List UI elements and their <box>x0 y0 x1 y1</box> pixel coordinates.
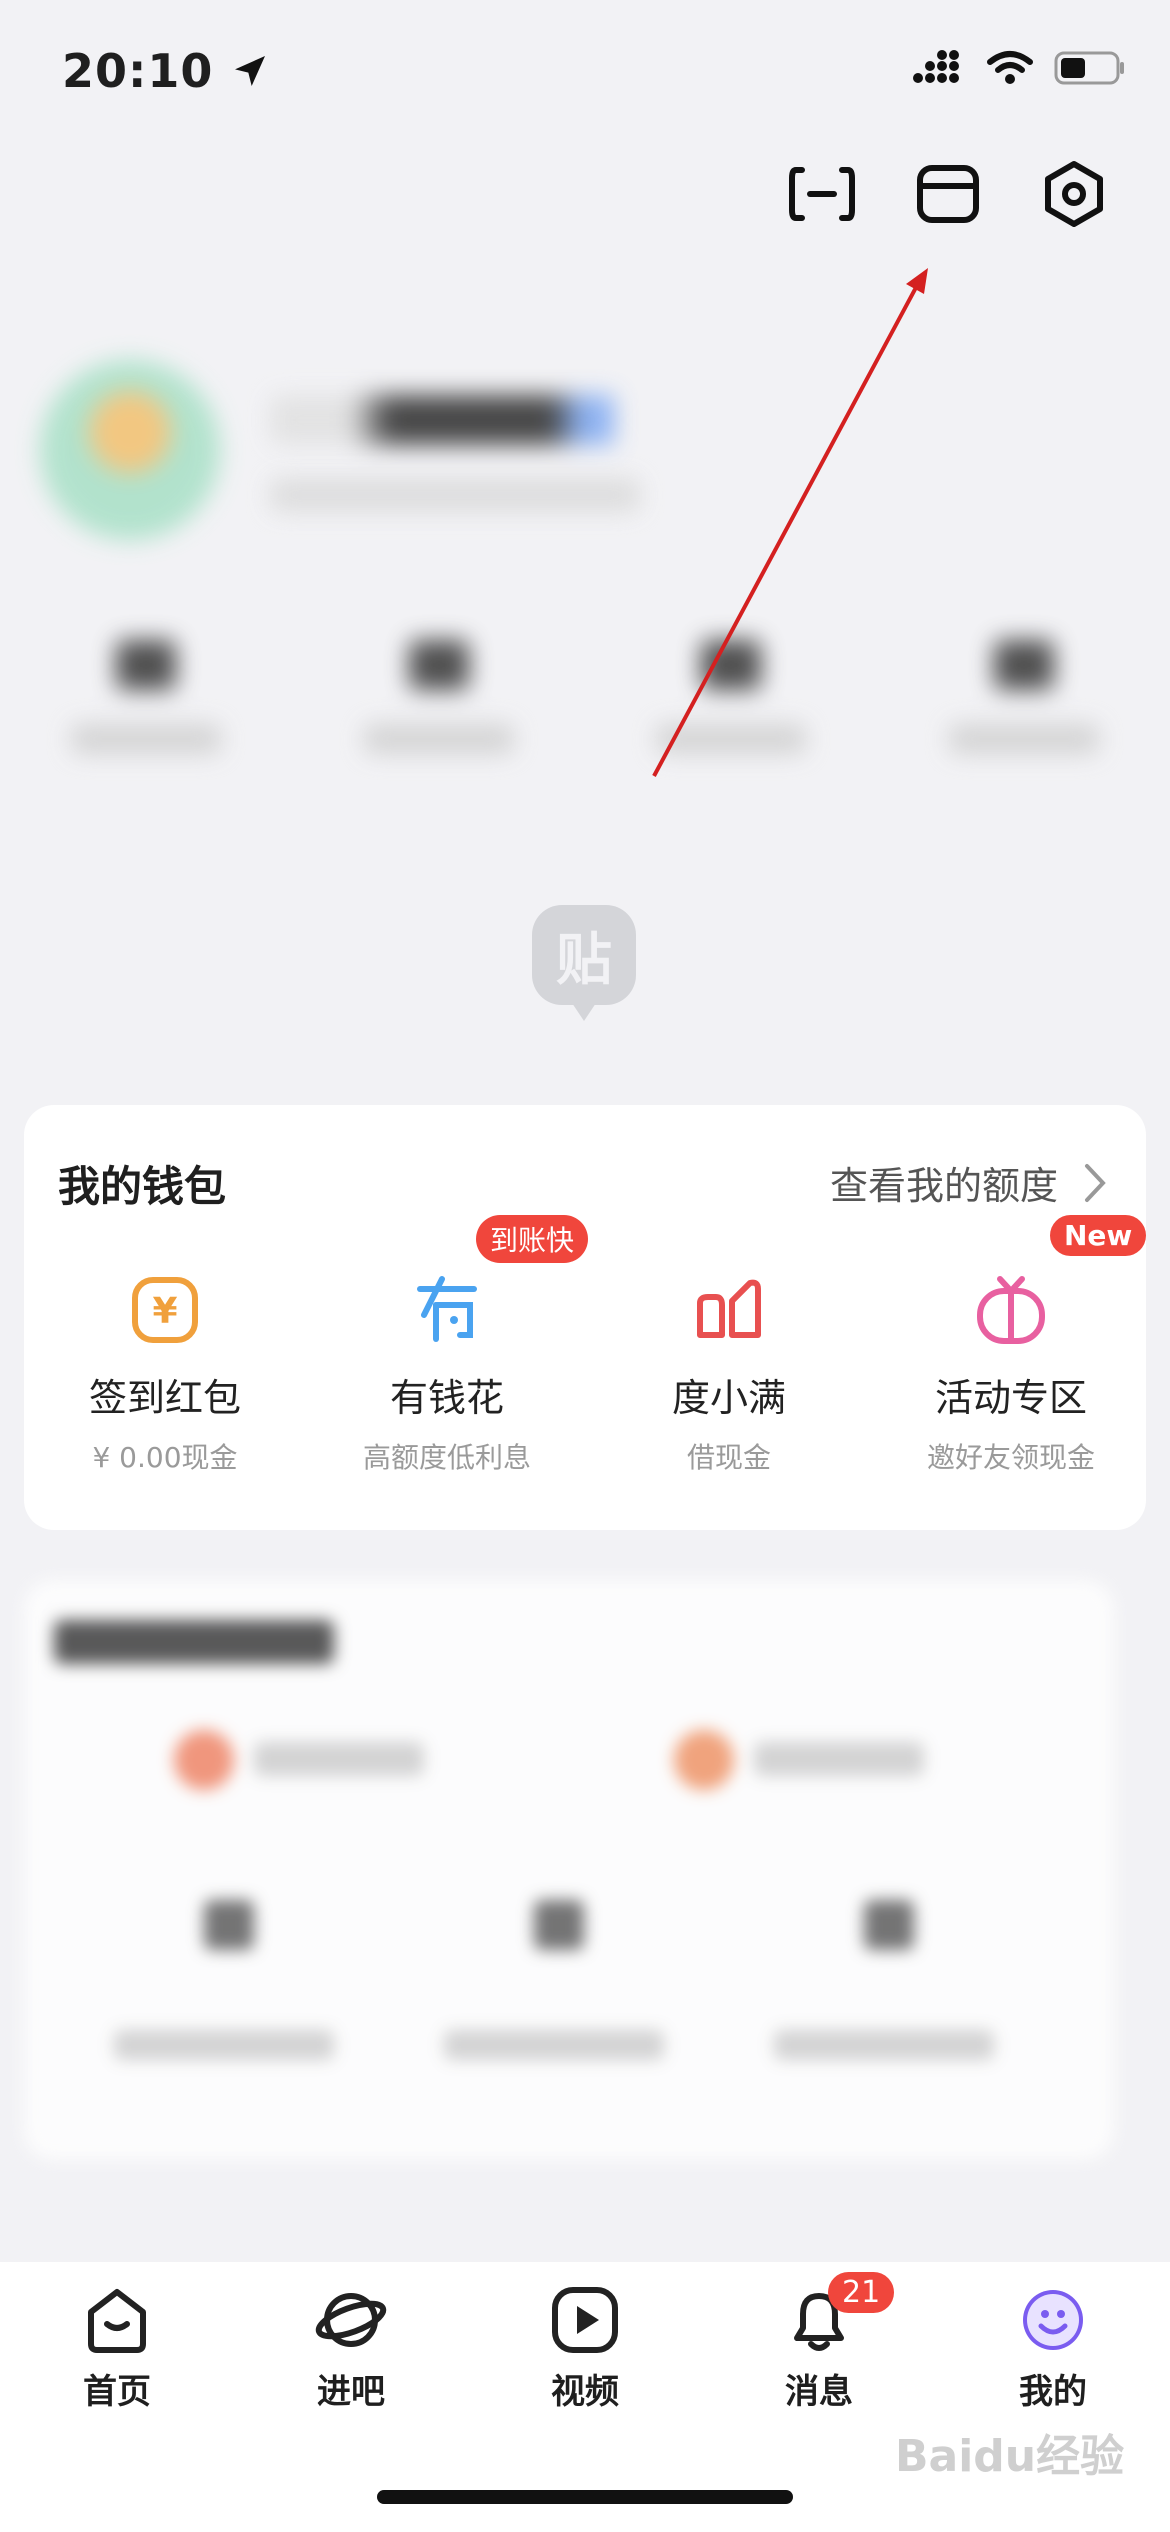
top-toolbar <box>788 160 1108 228</box>
profile-stats-blurred <box>0 640 1170 800</box>
red-packet-icon: ¥ <box>132 1277 198 1343</box>
tab-messages[interactable]: 21 消息 <box>702 2272 936 2413</box>
planet-icon <box>315 2293 387 2347</box>
wallet-item-sub: 高额度低利息 <box>362 1441 531 1474</box>
blurred-section <box>24 1580 1114 2160</box>
wallet-item-label: 签到红包 <box>88 1376 241 1420</box>
settings-icon[interactable] <box>1040 160 1108 228</box>
location-icon <box>230 48 270 102</box>
youqianhua-icon <box>417 1276 477 1342</box>
home-icon <box>88 2289 146 2353</box>
avatar[interactable] <box>40 360 220 540</box>
signal-icon <box>913 50 959 83</box>
chevron-right-icon <box>1085 1163 1106 1202</box>
message-count-badge: 21 <box>828 2272 895 2313</box>
home-indicator <box>377 2490 793 2504</box>
box-icon[interactable] <box>914 160 982 228</box>
video-play-icon <box>552 2287 618 2353</box>
tab-jinba[interactable]: 进吧 <box>234 2282 468 2413</box>
wallet-title: 我的钱包 <box>58 1162 227 1211</box>
smiley-face-icon <box>1023 2290 1083 2350</box>
user-info-blurred <box>270 478 640 512</box>
svg-text:¥: ¥ <box>152 1291 177 1332</box>
wallet-item-label: 有钱花 <box>389 1376 504 1420</box>
wallet-card: 我的钱包 查看我的额度 ¥ 签到红包 ¥ 0.00现金 到账快 有钱花 高额度低… <box>24 1105 1147 1530</box>
tab-label: 视频 <box>551 2372 619 2412</box>
tieba-logo-icon: 贴 <box>532 905 636 1021</box>
tab-me[interactable]: 我的 <box>936 2282 1170 2413</box>
badge-new: New <box>1050 1215 1147 1256</box>
status-time: 20:10 <box>62 44 270 102</box>
tab-label: 首页 <box>83 2372 151 2412</box>
tab-label: 消息 <box>785 2372 853 2412</box>
tab-home[interactable]: 首页 <box>0 2282 234 2413</box>
wallet-item-label: 度小满 <box>671 1376 786 1420</box>
duxiaoman-icon <box>697 1279 761 1338</box>
scan-icon[interactable] <box>788 160 856 228</box>
wallet-item-sub: ¥ 0.00现金 <box>92 1441 238 1474</box>
badge-fast: 到账快 <box>476 1215 588 1263</box>
tab-label: 我的 <box>1019 2372 1087 2412</box>
tab-label: 进吧 <box>317 2372 385 2412</box>
tab-video[interactable]: 视频 <box>468 2282 702 2413</box>
battery-icon <box>1054 51 1124 85</box>
wallet-item-label: 活动专区 <box>934 1376 1087 1420</box>
wallet-item-duxiaoman[interactable]: 度小满 借现金 <box>588 1275 870 1476</box>
username-blurred <box>270 395 670 445</box>
wallet-items: ¥ 签到红包 ¥ 0.00现金 到账快 有钱花 高额度低利息 度小满 借现金 N… <box>24 1215 1170 1476</box>
status-indicators <box>912 50 1126 86</box>
wallet-item-youqianhua[interactable]: 到账快 有钱花 高额度低利息 <box>306 1215 588 1476</box>
wallet-item-sub: 邀好友领现金 <box>926 1441 1095 1474</box>
view-limit-label: 查看我的额度 <box>829 1164 1058 1208</box>
wifi-icon <box>987 51 1033 84</box>
wallet-item-activity[interactable]: New 活动专区 邀好友领现金 <box>870 1215 1152 1476</box>
gift-icon <box>977 1276 1045 1344</box>
view-limit-link[interactable]: 查看我的额度 <box>830 1155 1106 1210</box>
wallet-item-sign-in[interactable]: ¥ 签到红包 ¥ 0.00现金 <box>24 1275 306 1476</box>
watermark: Baidu经验 <box>895 2431 1125 2482</box>
wallet-item-sub: 借现金 <box>686 1441 771 1474</box>
